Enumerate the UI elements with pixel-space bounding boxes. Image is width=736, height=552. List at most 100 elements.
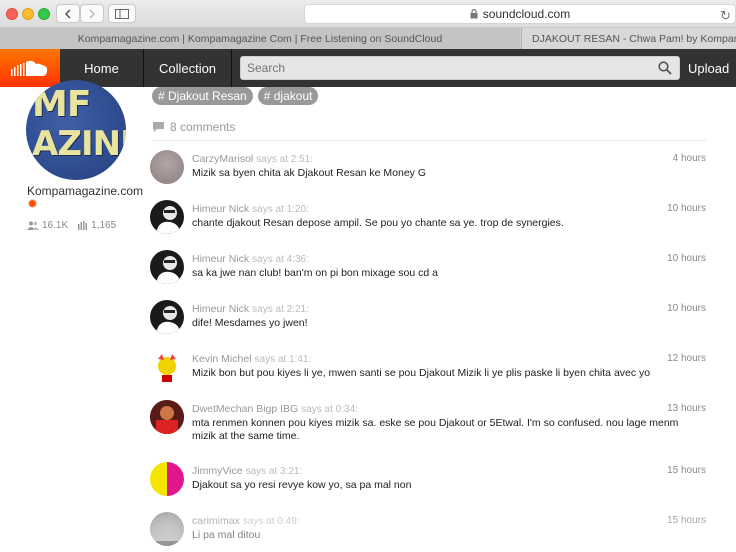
address-bar[interactable]: soundcloud.com ↻ (304, 4, 736, 24)
comment-text: chante djakout Resan depose ampil. Se po… (192, 217, 564, 229)
commenter-name[interactable]: JimmyVice (192, 465, 243, 477)
upload-label: Upload (688, 60, 730, 76)
comment-text: Li pa mal ditou (192, 529, 261, 541)
comment-meta: DwetMechan Bigp IBG says at 0:34: (192, 403, 358, 415)
commenter-avatar[interactable] (150, 350, 184, 384)
comment-age: 15 hours (667, 465, 706, 476)
comment-row: DwetMechan Bigp IBG says at 0:34: 13 hours… (150, 400, 706, 442)
avatar-text-top: MF (32, 84, 91, 125)
sidebar-toggle-button[interactable] (108, 4, 136, 23)
nav-home-label: Home (84, 60, 119, 76)
profile-name[interactable]: Kompamagazine.com (27, 184, 143, 198)
comment-age: 10 hours (667, 253, 706, 264)
minimize-window-button[interactable] (22, 8, 34, 20)
comment-text: dife! Mesdames yo jwen! (192, 317, 308, 329)
comment-timestamp-label[interactable]: says at 4:36: (252, 254, 309, 265)
close-window-button[interactable] (6, 8, 18, 20)
comment-timestamp-label[interactable]: says at 3:21: (246, 466, 303, 477)
comments-header: 8 comments (152, 120, 235, 134)
commenter-avatar[interactable] (150, 462, 184, 496)
comment-row: CarzyMarisol says at 2:51: 4 hours Mizik sa… (150, 150, 706, 190)
comment-text: mta renmen konnen pou kiyes mizik sa. es… (192, 417, 679, 442)
comment-text: sa ka jwe nan club! ban'm on pi bon mixa… (192, 267, 438, 279)
lock-icon (470, 9, 478, 19)
zoom-window-button[interactable] (38, 8, 50, 20)
tag-label: Djakout Resan (168, 89, 247, 103)
comment-meta: Himeur Nick says at 1:20: (192, 203, 309, 215)
commenter-avatar[interactable] (150, 300, 184, 334)
tag-djakout-resan[interactable]: # Djakout Resan (152, 87, 253, 105)
chevron-left-icon (64, 8, 71, 19)
commenter-avatar[interactable] (150, 400, 184, 434)
comment-icon (153, 122, 164, 132)
comment-text: Mizik sa byen chita ak Djakout Resan ke … (192, 167, 427, 179)
comment-row: carimimax says at 0:49: 15 hours Li pa mal … (150, 512, 706, 552)
comment-timestamp-label[interactable]: says at 2:51: (256, 154, 313, 165)
comment-timestamp-label[interactable]: says at 0:49: (243, 516, 300, 527)
comment-meta: JimmyVice says at 3:21: (192, 465, 302, 477)
profile-stats: 16.1K 1,165 (27, 220, 126, 231)
tag-djakout[interactable]: # djakout (257, 87, 319, 105)
commenter-name[interactable]: CarzyMarisol (192, 153, 253, 165)
comments-count: 8 comments (170, 120, 236, 134)
tracks-count[interactable]: 1,165 (91, 220, 116, 231)
comment-row: Himeur Nick says at 2:21: 10 hours dife! Me… (150, 300, 706, 340)
followers-icon (27, 221, 39, 230)
comment-meta: CarzyMarisol says at 2:51: (192, 153, 313, 165)
tag-label: djakout (273, 89, 313, 103)
tab-label: Kompamagazine.com | Kompamagazine Com | … (77, 32, 443, 45)
search-box (240, 56, 680, 80)
commenter-avatar[interactable] (150, 250, 184, 284)
upload-link[interactable]: Upload (688, 49, 729, 87)
comment-row: Himeur Nick says at 4:36: 10 hours sa ka jw… (150, 250, 706, 290)
soundcloud-header: Home Collection Upload (0, 49, 736, 87)
nav-collection-label: Collection (158, 60, 217, 76)
browser-titlebar: soundcloud.com ↻ (0, 0, 736, 28)
commenter-name[interactable]: carimimax (192, 515, 240, 527)
comment-meta: carimimax says at 0:49: (192, 515, 300, 527)
tag-list: # Djakout Resan # djakout (152, 87, 323, 105)
comment-age: 10 hours (667, 303, 706, 314)
search-icon[interactable] (658, 61, 672, 75)
cloud-icon (11, 60, 48, 76)
reload-icon[interactable]: ↻ (720, 8, 731, 24)
nav-collection[interactable]: Collection (144, 49, 232, 87)
comment-timestamp-label[interactable]: says at 0:34: (301, 404, 358, 415)
pro-badge-icon (28, 199, 37, 208)
tab-bar: Kompamagazine.com | Kompamagazine Com | … (0, 28, 736, 49)
forward-button[interactable] (80, 4, 104, 23)
comment-age: 15 hours (667, 515, 706, 526)
comment-age: 13 hours (667, 403, 706, 414)
commenter-name[interactable]: Himeur Nick (192, 253, 249, 265)
commenter-name[interactable]: Himeur Nick (192, 203, 249, 215)
profile-avatar[interactable]: MF AZINE (26, 80, 126, 180)
commenter-name[interactable]: Himeur Nick (192, 303, 249, 315)
tab-label: DJAKOUT RESAN - Chwa Pam! by Kompamag (532, 32, 736, 45)
comment-row: Kevin Michel says at 1:41: 12 hours Mizik b… (150, 350, 706, 390)
comments-divider (152, 140, 706, 141)
comment-text: Mizik bon but pou kiyes li ye, mwen sant… (192, 367, 651, 379)
search-input[interactable] (241, 57, 679, 79)
comment-timestamp-label[interactable]: says at 1:41: (255, 354, 312, 365)
commenter-avatar[interactable] (150, 200, 184, 234)
comment-timestamp-label[interactable]: says at 1:20: (252, 204, 309, 215)
chevron-right-icon (89, 8, 96, 19)
comment-text: Djakout sa yo resi revye kow yo, sa pa m… (192, 479, 412, 491)
comment-age: 10 hours (667, 203, 706, 214)
commenter-avatar[interactable] (150, 150, 184, 184)
followers-count[interactable]: 16.1K (42, 220, 68, 231)
comment-timestamp-label[interactable]: says at 2:21: (252, 304, 309, 315)
comment-meta: Himeur Nick says at 4:36: (192, 253, 309, 265)
commenter-name[interactable]: DwetMechan Bigp IBG (192, 403, 298, 415)
soundcloud-logo[interactable] (0, 49, 60, 87)
tab-djakout-resan[interactable]: DJAKOUT RESAN - Chwa Pam! by Kompamag (521, 28, 736, 49)
url-text: soundcloud.com (482, 7, 571, 21)
commenter-name[interactable]: Kevin Michel (192, 353, 252, 365)
avatar-text-bottom: AZINE (32, 124, 126, 164)
comment-age: 4 hours (672, 153, 706, 164)
comment-meta: Kevin Michel says at 1:41: (192, 353, 311, 365)
tab-kompamagazine[interactable]: Kompamagazine.com | Kompamagazine Com | … (0, 28, 520, 49)
sidebar-icon (115, 8, 129, 19)
comment-row: JimmyVice says at 3:21: 15 hours Djakout sa… (150, 462, 706, 502)
back-button[interactable] (56, 4, 80, 23)
